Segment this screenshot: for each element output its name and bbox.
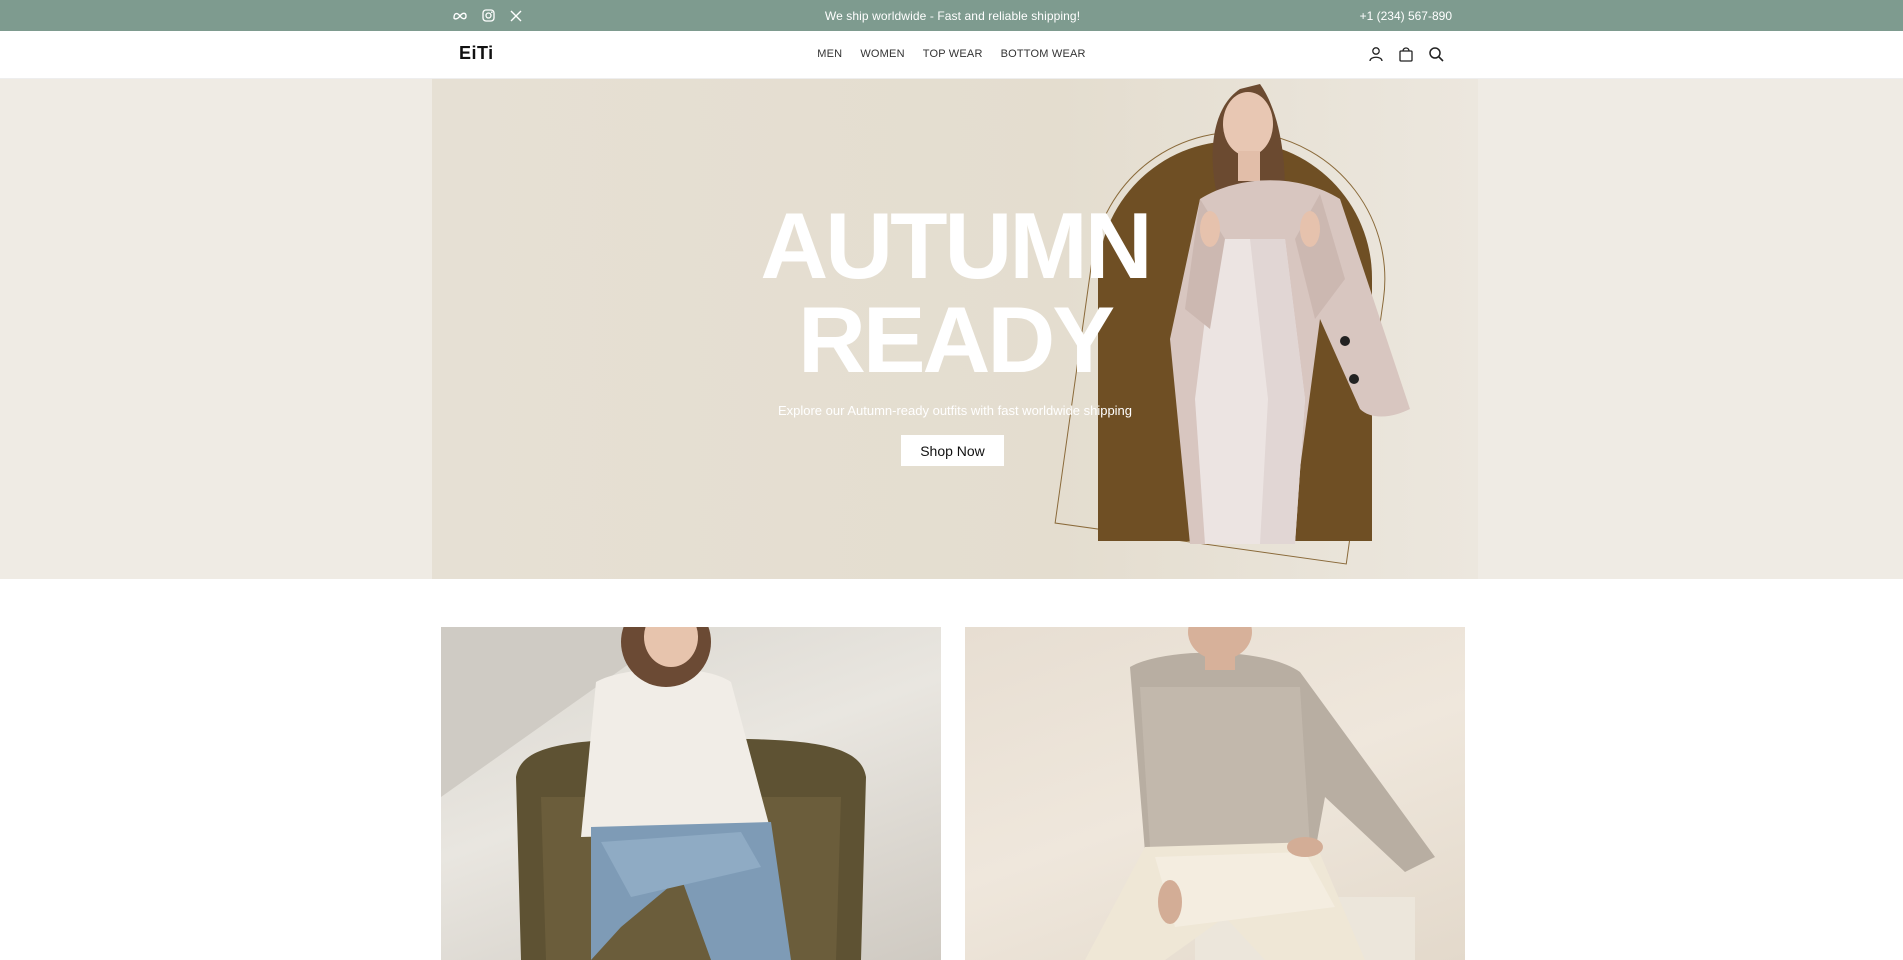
shop-now-button[interactable]: Shop Now [901, 435, 1004, 466]
hero-banner: AUTUMN READY Explore our Autumn-ready ou… [432, 79, 1478, 579]
hero-headline: AUTUMN READY [432, 199, 1478, 387]
hero-subtitle: Explore our Autumn-ready outfits with fa… [777, 403, 1133, 418]
meta-icon[interactable] [453, 9, 467, 23]
shopping-bag-icon[interactable] [1397, 45, 1415, 63]
x-icon[interactable] [509, 9, 523, 23]
men-category-image [1085, 627, 1435, 960]
nav-item-top-wear[interactable]: TOP WEAR [923, 48, 983, 60]
announcement-bar: We ship worldwide - Fast and reliable sh… [0, 0, 1903, 31]
headline-line-1: AUTUMN [760, 193, 1152, 298]
shipping-message: We ship worldwide - Fast and reliable sh… [824, 8, 1081, 23]
user-icon[interactable] [1367, 45, 1385, 63]
phone-number[interactable]: +1 (234) 567-890 [1360, 9, 1452, 23]
instagram-icon[interactable] [481, 9, 495, 23]
search-icon[interactable] [1427, 45, 1445, 63]
social-links [453, 9, 523, 23]
category-card-women[interactable] [441, 627, 941, 960]
nav-item-men[interactable]: MEN [817, 48, 842, 60]
nav-item-bottom-wear[interactable]: BOTTOM WEAR [1001, 48, 1086, 60]
main-nav: MEN WOMEN TOP WEAR BOTTOM WEAR [0, 48, 1903, 60]
nav-item-women[interactable]: WOMEN [860, 48, 904, 60]
header-actions [1367, 45, 1445, 63]
headline-line-2: READY [797, 287, 1115, 392]
site-header: EiTi MEN WOMEN TOP WEAR BOTTOM WEAR [0, 31, 1903, 79]
category-card-men[interactable] [965, 627, 1465, 960]
women-category-image [441, 627, 866, 960]
